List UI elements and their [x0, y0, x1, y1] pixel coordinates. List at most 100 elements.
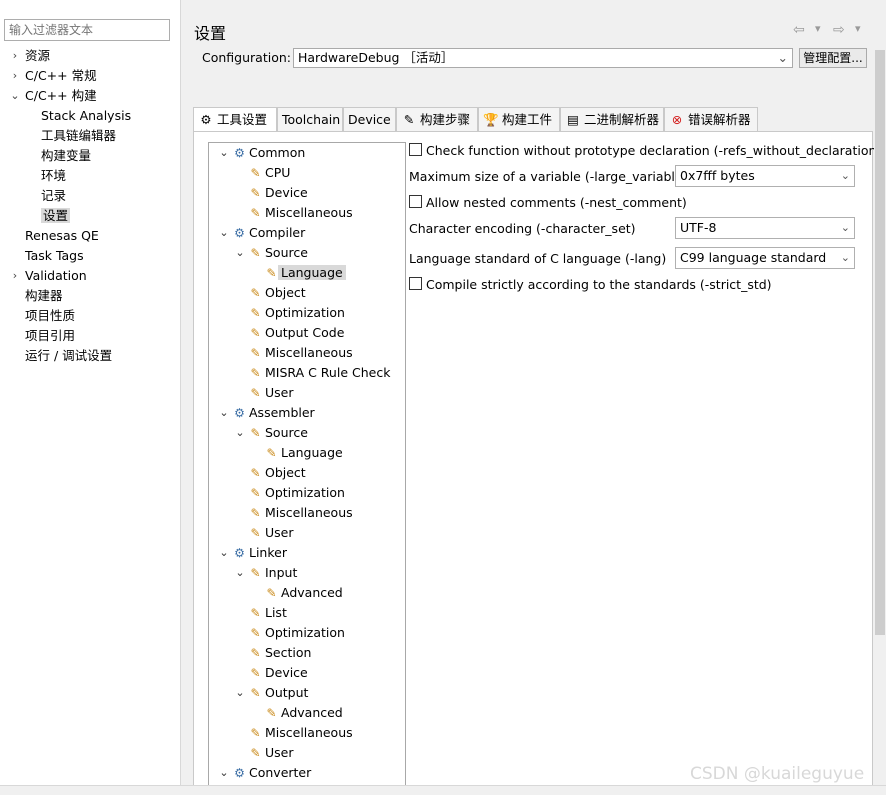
- chevron-down-icon[interactable]: ⌄: [217, 543, 231, 563]
- tree-item[interactable]: ⌄ ⚙ Common: [219, 143, 305, 163]
- tree-item[interactable]: ⌄ ✎ Source: [235, 243, 308, 263]
- character-set-select[interactable]: UTF-8 ⌄: [675, 217, 855, 239]
- nav-item[interactable]: 项目性质: [25, 306, 75, 326]
- tree-item[interactable]: ⌄ ⚙ Converter: [219, 763, 311, 783]
- tool-settings-tree[interactable]: ⌄ ⚙ Common ✎ CPU ✎ Device ✎ Miscellaneous ⌄ ⚙ Compi…: [208, 142, 406, 794]
- nav-item-label: C/C++ 构建: [25, 88, 97, 103]
- large-variable-select[interactable]: 0x7fff bytes ⌄: [675, 165, 855, 187]
- tab-tool-settings[interactable]: ⚙ 工具设置: [193, 107, 277, 132]
- nest-comment-option[interactable]: Allow nested comments (-nest_comment): [409, 195, 687, 210]
- tree-item[interactable]: ✎ Device: [250, 183, 307, 203]
- nav-item[interactable]: Renesas QE: [25, 226, 99, 246]
- scrollbar-thumb[interactable]: [875, 50, 885, 635]
- tab-binary-parsers[interactable]: ▤ 二进制解析器: [560, 107, 664, 131]
- chevron-down-icon[interactable]: ⌄: [233, 563, 247, 583]
- chevron-down-icon[interactable]: ⌄: [9, 86, 21, 106]
- configuration-value: HardwareDebug ［活动］: [298, 50, 454, 65]
- tree-item[interactable]: ⌄ ✎ Source: [235, 423, 308, 443]
- tree-item[interactable]: ✎ Optimization: [250, 623, 345, 643]
- nav-item[interactable]: 设置: [41, 206, 71, 226]
- tree-item[interactable]: ✎ Optimization: [250, 483, 345, 503]
- tab-build-artifact[interactable]: 🏆 构建工件: [478, 107, 560, 131]
- tree-item[interactable]: ✎ Advanced: [266, 703, 342, 723]
- nav-item[interactable]: Task Tags: [25, 246, 84, 266]
- tree-item[interactable]: ✎ Language: [266, 263, 346, 283]
- tree-item[interactable]: ✎ Section: [250, 643, 312, 663]
- menu-dropdown-icon[interactable]: ▾: [855, 22, 861, 35]
- tool-icon: ✎: [250, 326, 261, 340]
- chevron-down-icon[interactable]: ⌄: [233, 683, 247, 703]
- tab-toolchain[interactable]: Toolchain: [277, 107, 343, 131]
- nav-item[interactable]: 工具链编辑器: [41, 126, 116, 146]
- nav-item[interactable]: Stack Analysis: [41, 106, 131, 126]
- tree-item[interactable]: ⌄ ⚙ Compiler: [219, 223, 305, 243]
- refs-without-declaration-option[interactable]: Check function without prototype declara…: [409, 143, 881, 158]
- nav-item[interactable]: 项目引用: [25, 326, 75, 346]
- tree-item[interactable]: ✎ User: [250, 383, 293, 403]
- nav-item[interactable]: 环境: [41, 166, 66, 186]
- chevron-right-icon[interactable]: ›: [9, 266, 21, 286]
- tree-item[interactable]: ✎ User: [250, 743, 293, 763]
- tree-item-label: CPU: [265, 165, 291, 180]
- tree-item-label: Advanced: [281, 585, 343, 600]
- nav-item[interactable]: 构建器: [25, 286, 63, 306]
- configuration-select[interactable]: HardwareDebug ［活动］ ⌄: [293, 48, 793, 68]
- chevron-down-icon[interactable]: ⌄: [233, 243, 247, 263]
- filter-input[interactable]: [4, 19, 170, 41]
- tree-item[interactable]: ✎ Object: [250, 463, 305, 483]
- tree-item[interactable]: ✎ CPU: [250, 163, 291, 183]
- tree-item-label: Output Code: [265, 325, 345, 340]
- forward-icon[interactable]: ⇨: [833, 22, 845, 38]
- tree-item[interactable]: ✎ Miscellaneous: [250, 503, 353, 523]
- chevron-right-icon[interactable]: ›: [9, 66, 21, 86]
- tree-item-label: Optimization: [265, 305, 345, 320]
- tree-item-label: Input: [265, 565, 298, 580]
- tree-item[interactable]: ✎ Miscellaneous: [250, 343, 352, 363]
- tree-item[interactable]: ✎ List: [250, 603, 286, 623]
- tool-icon: ✎: [250, 246, 261, 260]
- tree-item[interactable]: ✎ User: [250, 523, 293, 543]
- chevron-down-icon[interactable]: ⌄: [233, 423, 247, 443]
- tab-build-steps[interactable]: ✎ 构建步骤: [396, 107, 478, 131]
- tree-item[interactable]: ✎ Language: [266, 443, 342, 463]
- tree-item[interactable]: ✎ Device: [250, 663, 307, 683]
- tree-item[interactable]: ✎ Optimization: [250, 303, 345, 323]
- tree-item[interactable]: ⌄ ✎ Output: [235, 683, 308, 703]
- nav-item[interactable]: › 资源: [13, 46, 50, 66]
- tree-item[interactable]: ⌄ ⚙ Assembler: [219, 403, 314, 423]
- chevron-down-icon[interactable]: ⌄: [217, 143, 231, 163]
- nav-item[interactable]: 记录: [41, 186, 66, 206]
- tree-item[interactable]: ⌄ ✎ Input: [235, 563, 298, 583]
- chevron-down-icon[interactable]: ⌄: [217, 763, 231, 783]
- tab-device[interactable]: Device: [343, 107, 396, 131]
- nav-item[interactable]: 构建变量: [41, 146, 91, 166]
- lang-select[interactable]: C99 language standard ⌄: [675, 247, 855, 269]
- chevron-right-icon[interactable]: ›: [9, 46, 21, 66]
- tree-item[interactable]: ✎ Advanced: [266, 583, 343, 603]
- refs-without-declaration-checkbox[interactable]: [409, 143, 422, 156]
- tree-item[interactable]: ✎ Output Code: [250, 323, 345, 343]
- strict-std-option[interactable]: Compile strictly according to the standa…: [409, 277, 772, 292]
- tree-item[interactable]: ✎ Object: [250, 283, 305, 303]
- tab-label: Toolchain: [282, 112, 341, 127]
- back-icon[interactable]: ⇦: [793, 22, 805, 38]
- back-dropdown-icon[interactable]: ▾: [815, 22, 821, 35]
- tab-error-parsers[interactable]: ⊗ 错误解析器: [664, 107, 758, 131]
- tree-item[interactable]: ⌄ ⚙ Linker: [219, 543, 287, 563]
- tree-item[interactable]: ✎ MISRA C Rule Check: [250, 363, 390, 383]
- chevron-down-icon[interactable]: ⌄: [217, 403, 231, 423]
- nav-item[interactable]: 运行 / 调试设置: [25, 346, 112, 366]
- chevron-down-icon[interactable]: ⌄: [217, 223, 231, 243]
- nav-item-label: 工具链编辑器: [41, 128, 117, 143]
- tree-item[interactable]: ✎ Miscellaneous: [250, 723, 352, 743]
- tree-item[interactable]: ✎ Miscellaneous: [250, 203, 352, 223]
- tree-item-label: Miscellaneous: [265, 505, 353, 520]
- nav-item[interactable]: › C/C++ 常规: [13, 66, 97, 86]
- tree-item-label: Section: [265, 645, 312, 660]
- nav-item[interactable]: › Validation: [13, 266, 87, 286]
- tool-icon: ✎: [250, 606, 261, 620]
- nav-item[interactable]: ⌄ C/C++ 构建: [10, 86, 97, 106]
- nest-comment-checkbox[interactable]: [409, 195, 422, 208]
- manage-configurations-button[interactable]: 管理配置...: [799, 48, 867, 68]
- strict-std-checkbox[interactable]: [409, 277, 422, 290]
